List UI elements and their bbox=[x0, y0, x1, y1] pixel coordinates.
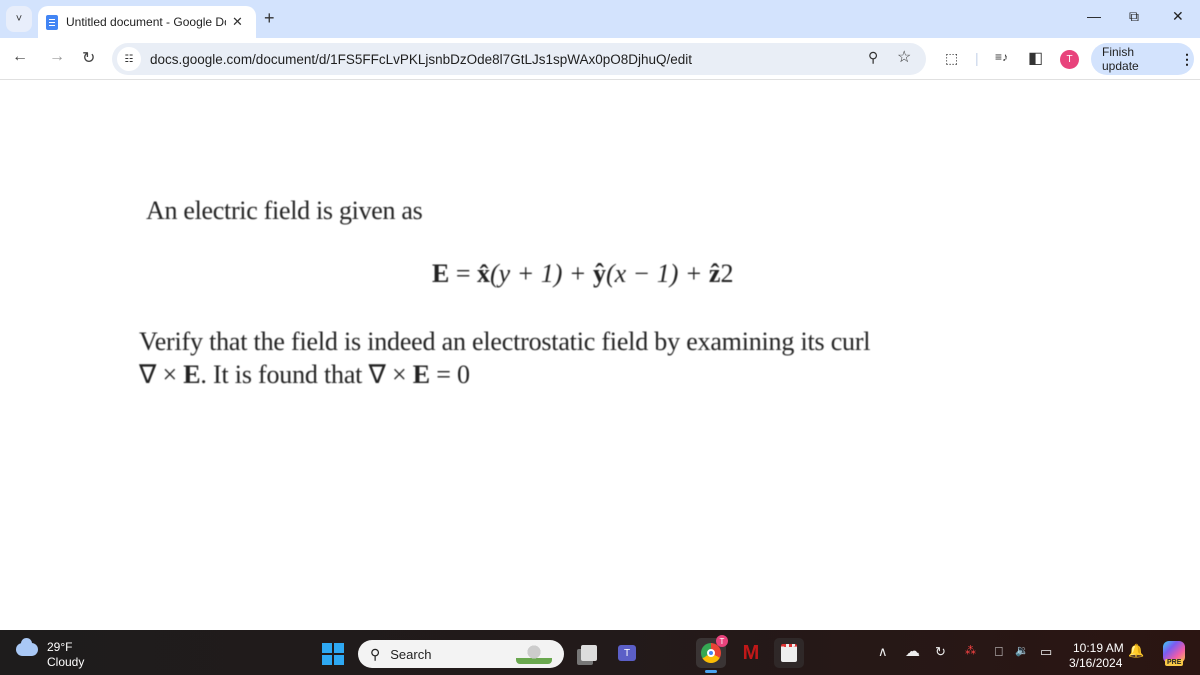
notification-bell-icon[interactable]: 🔔 bbox=[1128, 643, 1144, 659]
eq-equals: = bbox=[449, 259, 478, 288]
browser-toolbar: ← → ↻ ☷ docs.google.com/document/d/1FS5F… bbox=[0, 38, 1200, 80]
forward-button[interactable]: → bbox=[49, 48, 65, 66]
reload-button[interactable]: ↻ bbox=[82, 48, 95, 68]
cloud-icon[interactable] bbox=[16, 638, 38, 656]
eq-x-term: (y + 1) + bbox=[490, 259, 593, 288]
extensions-icon[interactable]: ⬚ bbox=[945, 50, 958, 67]
restore-button[interactable]: ⧉ bbox=[1129, 8, 1139, 25]
zoom-icon[interactable]: ⚲ bbox=[868, 49, 878, 66]
search-icon: ⚲ bbox=[370, 645, 381, 662]
volume-icon[interactable]: 🔉 bbox=[1015, 644, 1029, 657]
weather-condition[interactable]: Cloudy bbox=[47, 655, 84, 669]
network-icon[interactable]: ⎕ bbox=[995, 644, 1003, 660]
new-tab-button[interactable]: + bbox=[264, 8, 275, 29]
search-highlight-image bbox=[516, 644, 552, 664]
address-bar[interactable]: ☷ docs.google.com/document/d/1FS5FFcLvPK… bbox=[112, 43, 926, 75]
eq-x-hat: x̂ bbox=[477, 259, 491, 288]
finish-update-button[interactable]: Finish update ⋮ bbox=[1091, 43, 1194, 75]
document-canvas[interactable]: An electric field is given as E = x̂(y +… bbox=[0, 81, 1200, 630]
minimize-button[interactable]: — bbox=[1087, 8, 1101, 24]
eq-y-hat: ŷ bbox=[592, 259, 606, 288]
url-text[interactable]: docs.google.com/document/d/1FS5FFcLvPKLj… bbox=[150, 52, 692, 67]
browser-titlebar: ˅ Untitled document - Google Do ✕ + — ⧉ … bbox=[0, 0, 1200, 38]
curl-operator: ∇ × bbox=[139, 360, 184, 389]
verify-line-1: Verify that the field is indeed an elect… bbox=[139, 327, 871, 356]
windows-start-icon[interactable] bbox=[322, 643, 344, 665]
taskbar-search[interactable]: ⚲ Search bbox=[358, 640, 564, 668]
eq-lhs: E bbox=[432, 259, 450, 288]
verify-end-text: = 0 bbox=[429, 360, 470, 389]
windows-taskbar: 29°F Cloudy ⚲ Search T T M ∧ ☁ ↻ ⁂ ⎕ 🔉 ▭… bbox=[0, 630, 1200, 675]
toolbar-divider: | bbox=[975, 50, 979, 66]
snipping-tool-icon[interactable] bbox=[774, 638, 804, 668]
sync-icon[interactable]: ↻ bbox=[935, 644, 946, 660]
tab-title: Untitled document - Google Do bbox=[66, 15, 226, 29]
browser-tab[interactable]: Untitled document - Google Do ✕ bbox=[38, 6, 256, 38]
copilot-pre-badge: PRE bbox=[1165, 659, 1184, 666]
finish-update-label: Finish update bbox=[1102, 45, 1139, 73]
chrome-taskbar-icon[interactable]: T bbox=[696, 635, 728, 673]
weather-temp[interactable]: 29°F bbox=[47, 640, 72, 654]
mcafee-icon[interactable]: M bbox=[736, 638, 766, 668]
copilot-icon[interactable]: PRE bbox=[1163, 641, 1185, 666]
eq-z-term: 2 bbox=[720, 259, 734, 288]
site-info-icon[interactable]: ☷ bbox=[117, 47, 141, 71]
side-panel-icon[interactable]: ◧ bbox=[1028, 48, 1043, 68]
bookmark-star-icon[interactable]: ☆ bbox=[897, 47, 911, 67]
show-hidden-icons-chevron[interactable]: ∧ bbox=[878, 644, 888, 660]
equation-field: E = x̂(y + 1) + ŷ(x − 1) + ẑ2 bbox=[432, 259, 733, 289]
tab-search-button[interactable]: ˅ bbox=[6, 6, 32, 32]
verify-mid-text: . It is found that ∇ × bbox=[200, 360, 413, 389]
paragraph-verify: Verify that the field is indeed an elect… bbox=[139, 325, 871, 391]
eq-y-term: (x − 1) + bbox=[605, 259, 709, 288]
close-window-button[interactable]: ✕ bbox=[1172, 8, 1184, 25]
profile-avatar[interactable]: T bbox=[1060, 50, 1079, 69]
field-symbol: E bbox=[183, 360, 201, 389]
paragraph-intro: An electric field is given as bbox=[146, 196, 423, 225]
eq-z-hat: ẑ bbox=[708, 259, 721, 288]
google-docs-icon bbox=[46, 14, 58, 30]
onedrive-icon[interactable]: ☁ bbox=[905, 642, 920, 660]
chevron-down-icon: ˅ bbox=[15, 13, 23, 25]
menu-dots-icon: ⋮ bbox=[1180, 50, 1194, 67]
verify-line-2: ∇ × E. It is found that ∇ × E = 0 bbox=[139, 358, 870, 391]
clock-time[interactable]: 10:19 AM bbox=[1073, 641, 1124, 655]
task-view-icon[interactable] bbox=[574, 638, 604, 668]
search-label: Search bbox=[390, 646, 432, 662]
teams-icon[interactable]: T bbox=[612, 638, 642, 668]
field-symbol: E bbox=[412, 360, 430, 389]
chrome-profile-badge: T bbox=[716, 635, 728, 647]
back-button[interactable]: ← bbox=[12, 48, 28, 66]
battery-icon[interactable]: ▭ bbox=[1040, 644, 1052, 660]
clock-date[interactable]: 3/16/2024 bbox=[1069, 656, 1122, 670]
tab-close-icon[interactable]: ✕ bbox=[232, 14, 243, 30]
app-tray-icon[interactable]: ⁂ bbox=[965, 644, 976, 657]
media-control-icon[interactable]: ≡♪ bbox=[995, 50, 1008, 64]
